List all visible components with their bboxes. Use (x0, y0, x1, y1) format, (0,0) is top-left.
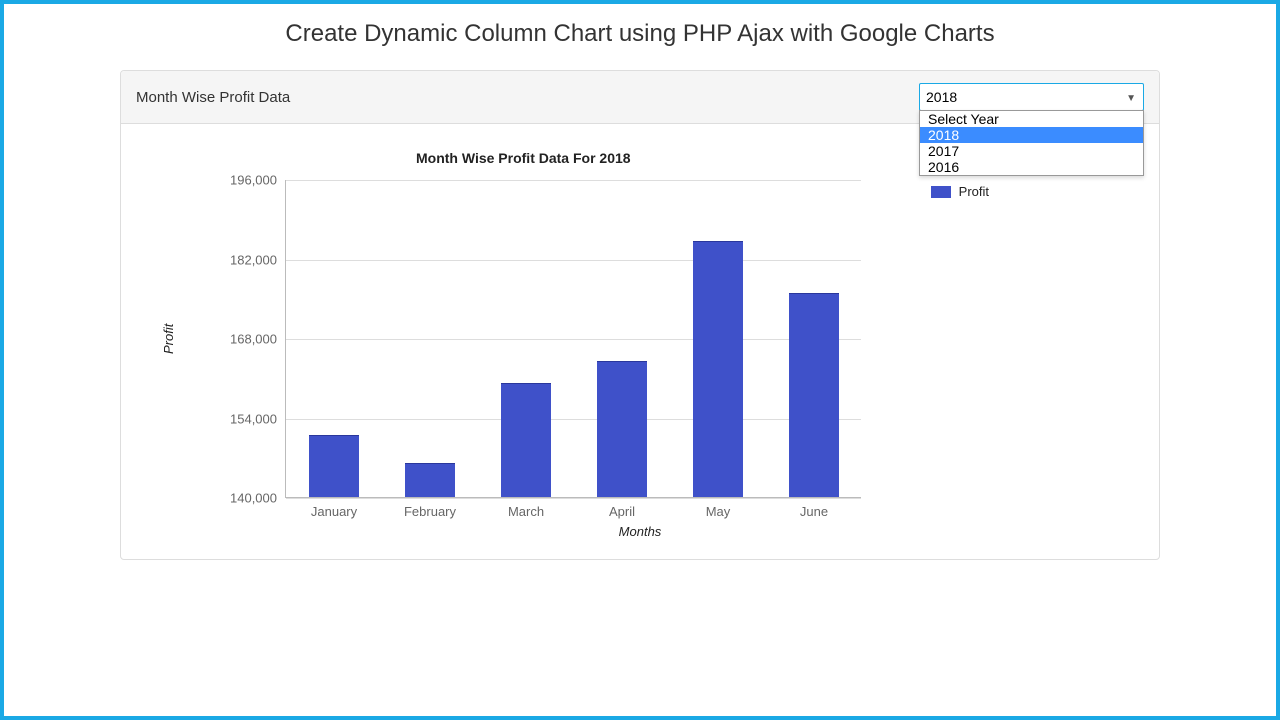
gridline (286, 180, 861, 181)
gridline (286, 339, 861, 340)
year-dropdown: Select Year 2018 2017 2016 (919, 110, 1144, 176)
year-option-2017[interactable]: 2017 (920, 143, 1143, 159)
panel: Month Wise Profit Data 2018 ▼ Select Yea… (120, 70, 1160, 560)
y-tick-label: 168,000 (207, 332, 277, 347)
column-chart: 140,000154,000168,000182,000196,000Janua… (285, 180, 861, 498)
legend-swatch (931, 186, 951, 198)
legend-label: Profit (959, 184, 989, 199)
bar (501, 383, 551, 497)
chart-title: Month Wise Profit Data For 2018 (416, 150, 631, 166)
bar (405, 463, 455, 497)
year-option-placeholder[interactable]: Select Year (920, 111, 1143, 127)
bar (309, 435, 359, 497)
y-tick-label: 140,000 (207, 491, 277, 506)
gridline (286, 260, 861, 261)
year-option-2016[interactable]: 2016 (920, 159, 1143, 175)
x-axis-label: Months (131, 524, 1149, 539)
gridline (286, 498, 861, 499)
year-select-wrap: 2018 ▼ Select Year 2018 2017 2016 (919, 83, 1144, 111)
panel-body: Month Wise Profit Data For 2018 Profit P… (121, 124, 1159, 559)
x-tick-label: March (478, 504, 574, 519)
x-tick-label: June (766, 504, 862, 519)
x-tick-label: January (286, 504, 382, 519)
year-option-2018[interactable]: 2018 (920, 127, 1143, 143)
y-tick-label: 182,000 (207, 252, 277, 267)
gridline (286, 419, 861, 420)
x-tick-label: May (670, 504, 766, 519)
legend: Profit (931, 184, 989, 199)
y-axis-label: Profit (161, 324, 176, 354)
bar (693, 241, 743, 497)
x-tick-label: April (574, 504, 670, 519)
x-tick-label: February (382, 504, 478, 519)
page-title: Create Dynamic Column Chart using PHP Aj… (4, 20, 1276, 48)
panel-title: Month Wise Profit Data (136, 89, 290, 106)
bar (597, 361, 647, 497)
y-tick-label: 154,000 (207, 411, 277, 426)
year-select[interactable]: 2018 (919, 83, 1144, 111)
bar (789, 293, 839, 497)
y-tick-label: 196,000 (207, 173, 277, 188)
panel-header: Month Wise Profit Data 2018 ▼ Select Yea… (121, 71, 1159, 124)
